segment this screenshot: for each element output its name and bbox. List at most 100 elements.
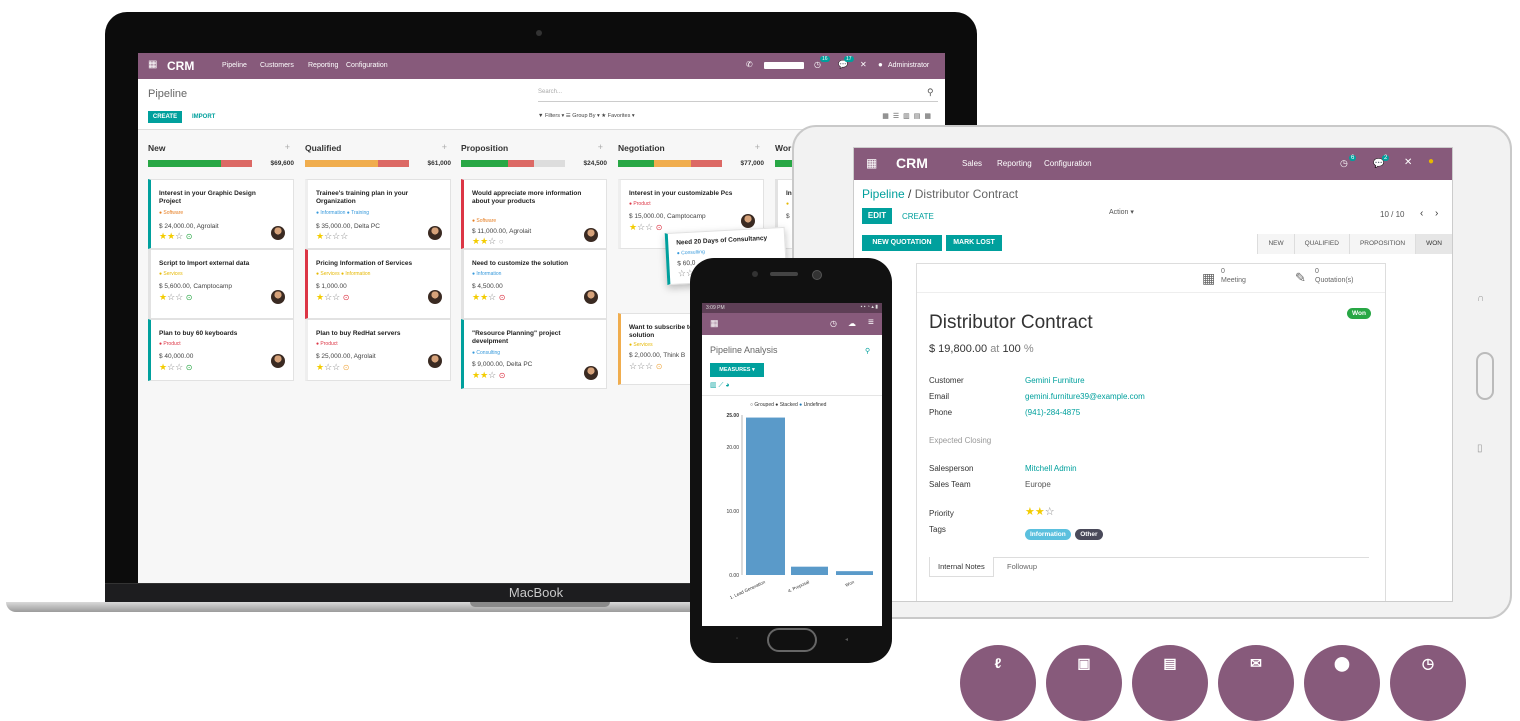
create-button[interactable]: CREATE <box>902 212 934 221</box>
stage-new[interactable]: NEW <box>1257 234 1294 254</box>
menu-reporting[interactable]: Reporting <box>997 159 1032 168</box>
feature-circle-1[interactable]: ℓ <box>960 645 1036 721</box>
card-amount: $ 35,000.00, Delta PC <box>316 223 380 230</box>
mark-lost-button[interactable]: MARK LOST <box>946 235 1002 251</box>
phone-home-button[interactable] <box>767 628 817 652</box>
expected-closing-label: Expected Closing <box>929 436 992 445</box>
kanban-card[interactable]: Plan to buy 60 keyboards ● Product $ 40,… <box>148 319 294 381</box>
priority-stars[interactable]: ★☆☆☆ <box>316 231 348 242</box>
search-input[interactable]: Search... <box>538 89 938 102</box>
activity-icon[interactable]: ◷ <box>830 319 837 328</box>
quick-create-icon[interactable]: + <box>598 142 603 152</box>
pager-next-icon[interactable]: › <box>1435 208 1438 219</box>
avatar <box>271 226 285 240</box>
tablet-back-icon[interactable]: ▯ <box>1477 443 1483 454</box>
stage-proposition[interactable]: PROPOSITION <box>1348 234 1416 254</box>
chat-icon[interactable]: ☁ <box>848 319 856 328</box>
card-title: Interest in your customizable Pcs <box>629 190 733 197</box>
feature-circle-3[interactable]: ▤ <box>1132 645 1208 721</box>
priority-stars[interactable]: ★☆☆ ⊙ <box>629 222 662 233</box>
feature-circle-6[interactable]: ◷ <box>1390 645 1466 721</box>
feature-circle-5[interactable]: ⬤ <box>1304 645 1380 721</box>
salesperson-value[interactable]: Mitchell Admin <box>1025 464 1077 473</box>
phone-icon[interactable]: ✆ <box>746 60 753 69</box>
priority-stars[interactable]: ★★☆ ⊙ <box>472 292 505 303</box>
tags-field[interactable]: Information Other <box>1025 523 1103 541</box>
tab-internal-notes[interactable]: Internal Notes <box>929 557 994 577</box>
apps-grid-icon[interactable]: ▦ <box>710 318 719 329</box>
search-icon[interactable]: ⚲ <box>865 347 870 355</box>
customer-value[interactable]: Gemini Furniture <box>1025 376 1085 385</box>
feature-circle-2[interactable]: ▣ <box>1046 645 1122 721</box>
debug-icon[interactable]: ✕ <box>860 60 867 69</box>
breadcrumb-pipeline-link[interactable]: Pipeline <box>862 187 905 201</box>
phone-input[interactable] <box>764 62 804 69</box>
kanban-card[interactable]: Pricing Information of Services ● Servic… <box>305 249 451 319</box>
user-menu[interactable]: Administrator <box>888 62 929 69</box>
debug-icon[interactable]: ✕ <box>1404 157 1412 168</box>
kanban-card[interactable]: Would appreciate more information about … <box>461 179 607 249</box>
hamburger-menu-icon[interactable]: ≡ <box>868 317 874 328</box>
chart-type-icons[interactable]: ▥ ⟋ ◕ <box>710 381 730 390</box>
salesperson-label: Salesperson <box>929 464 974 473</box>
activity-icon[interactable]: ◷ <box>1340 158 1348 169</box>
menu-reporting[interactable]: Reporting <box>308 62 338 69</box>
priority-stars[interactable]: ★★☆ ⊙ <box>472 370 505 381</box>
card-title: Plan to buy RedHat servers <box>316 330 401 337</box>
priority-stars[interactable]: ★★☆ ○ <box>472 236 504 247</box>
kanban-card[interactable]: Need to customize the solution ● Informa… <box>461 249 607 319</box>
priority-stars[interactable]: ★★☆ <box>1025 505 1055 518</box>
quick-create-icon[interactable]: + <box>442 142 447 152</box>
feature-circle-4[interactable]: ✉ <box>1218 645 1294 721</box>
activity-icon[interactable]: ◷ <box>814 60 821 69</box>
priority-stars[interactable]: ☆☆☆ ⊙ <box>629 361 662 372</box>
meeting-label[interactable]: Meeting <box>1221 277 1246 284</box>
chart-bar[interactable] <box>836 571 873 575</box>
quotation-label[interactable]: Quotation(s) <box>1315 277 1354 284</box>
apps-grid-icon[interactable]: ▦ <box>148 60 158 70</box>
filter-bar[interactable]: ▼ Filters ▾ ☰ Group By ▾ ★ Favorites ▾ <box>538 113 635 119</box>
priority-stars[interactable]: ★☆☆ ⊙ <box>316 292 349 303</box>
tablet-home-button[interactable] <box>1476 352 1494 400</box>
pager-prev-icon[interactable]: ‹ <box>1420 208 1423 219</box>
quick-create-icon[interactable]: + <box>755 142 760 152</box>
menu-configuration[interactable]: Configuration <box>1044 159 1092 168</box>
import-button[interactable]: IMPORT <box>192 114 215 120</box>
kanban-card[interactable]: Plan to buy RedHat servers ● Product $ 2… <box>305 319 451 381</box>
priority-stars[interactable]: ★☆☆ ⊙ <box>159 292 192 303</box>
chart-bar[interactable] <box>791 566 828 575</box>
measures-button[interactable]: MEASURES ▾ <box>710 363 764 377</box>
tablet-screen: ▦ CRM Sales Reporting Configuration ◷ 6 … <box>853 147 1453 602</box>
stage-qualified[interactable]: QUALIFIED <box>1293 234 1349 254</box>
tabs-divider <box>929 557 1369 558</box>
view-switcher[interactable]: ▦☰▥▤▦ <box>882 112 935 120</box>
edit-icon: ✎ <box>1295 270 1306 285</box>
edit-button[interactable]: EDIT <box>862 208 892 224</box>
apps-grid-icon[interactable]: ▦ <box>866 156 877 170</box>
stage-won[interactable]: WON <box>1415 234 1452 254</box>
priority-stars[interactable]: ★☆☆ ⊙ <box>159 362 192 373</box>
phone-back-icon[interactable]: ◂ <box>845 636 848 643</box>
kanban-card[interactable]: Trainee's training plan in your Organiza… <box>305 179 451 249</box>
create-button[interactable]: CREATE <box>148 111 182 123</box>
new-quotation-button[interactable]: NEW QUOTATION <box>862 235 942 251</box>
quick-create-icon[interactable]: + <box>285 142 290 152</box>
kanban-card[interactable]: Script to Import external data ● Service… <box>148 249 294 319</box>
email-value[interactable]: gemini.furniture39@example.com <box>1025 392 1145 401</box>
phone-recent-icon[interactable]: ▫ <box>736 636 738 642</box>
kanban-card[interactable]: "Resource Planning" project develpment ●… <box>461 319 607 389</box>
tablet-camera-icon: ∩ <box>1477 293 1485 304</box>
menu-configuration[interactable]: Configuration <box>346 62 388 69</box>
menu-customers[interactable]: Customers <box>260 62 294 69</box>
priority-stars[interactable]: ★★☆ ⊙ <box>159 231 192 242</box>
priority-stars[interactable]: ★☆☆ ⊙ <box>316 362 349 373</box>
search-icon[interactable]: ⚲ <box>927 87 934 98</box>
menu-pipeline[interactable]: Pipeline <box>222 62 247 69</box>
tab-followup[interactable]: Followup <box>1007 562 1037 571</box>
kanban-card[interactable]: Interest in your Graphic Design Project … <box>148 179 294 249</box>
user-avatar-icon[interactable]: ● <box>1428 156 1434 167</box>
action-dropdown[interactable]: Action ▾ <box>1109 208 1134 216</box>
chart-bar[interactable] <box>746 417 785 575</box>
menu-sales[interactable]: Sales <box>962 159 982 168</box>
phone-value[interactable]: (941)-284-4875 <box>1025 408 1080 417</box>
